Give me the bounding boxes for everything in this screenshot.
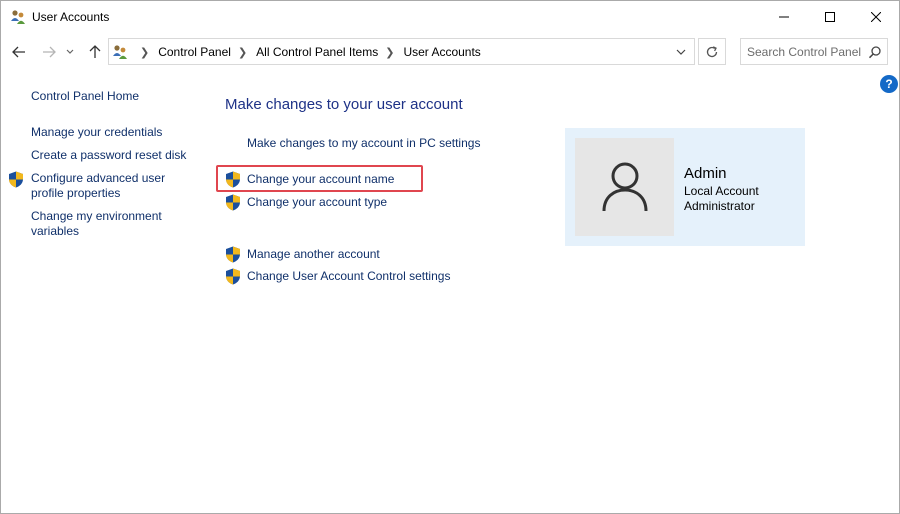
breadcrumb-control-panel[interactable]: Control Panel bbox=[158, 45, 231, 59]
pc-settings-link[interactable]: Make changes to my account in PC setting… bbox=[247, 136, 480, 151]
uac-shield-icon bbox=[8, 171, 24, 188]
refresh-button[interactable] bbox=[698, 38, 726, 65]
user-silhouette-icon bbox=[602, 162, 647, 212]
search-input[interactable] bbox=[747, 43, 863, 60]
navigation-bar: ❯ Control Panel ❯ All Control Panel Item… bbox=[1, 32, 899, 72]
breadcrumb-chevron-icon[interactable]: ❯ bbox=[385, 46, 394, 59]
refresh-icon bbox=[706, 45, 718, 57]
configure-advanced-profile-link[interactable]: Configure advanced user profile properti… bbox=[31, 171, 165, 201]
change-environment-variables-line2: variables bbox=[31, 224, 80, 238]
control-panel-home-link[interactable]: Control Panel Home bbox=[31, 89, 139, 104]
back-arrow-icon bbox=[12, 46, 25, 58]
minimize-icon bbox=[779, 16, 789, 17]
search-icon[interactable] bbox=[868, 45, 882, 59]
search-box[interactable] bbox=[740, 38, 888, 65]
manage-another-account-link[interactable]: Manage another account bbox=[247, 247, 380, 262]
uac-shield-icon bbox=[225, 246, 241, 263]
forward-arrow-icon bbox=[43, 46, 56, 58]
breadcrumb-chevron-icon[interactable]: ❯ bbox=[238, 46, 247, 59]
breadcrumb-user-accounts[interactable]: User Accounts bbox=[403, 45, 480, 59]
user-accounts-window: User Accounts ❯ Control Panel ❯ All Cont… bbox=[0, 0, 900, 514]
change-uac-settings-link[interactable]: Change User Account Control settings bbox=[247, 269, 450, 284]
recent-locations-button[interactable] bbox=[63, 40, 77, 64]
account-name: Admin bbox=[684, 165, 727, 182]
address-dropdown-button[interactable] bbox=[668, 39, 694, 64]
close-button[interactable] bbox=[853, 1, 899, 32]
account-card: Admin Local Account Administrator bbox=[565, 128, 805, 246]
change-environment-variables-line1: Change my environment bbox=[31, 209, 162, 223]
chevron-down-icon bbox=[66, 49, 74, 54]
change-environment-variables-link[interactable]: Change my environment variables bbox=[31, 209, 162, 239]
chevron-down-icon bbox=[676, 49, 686, 55]
address-bar[interactable]: ❯ Control Panel ❯ All Control Panel Item… bbox=[108, 38, 695, 65]
configure-advanced-profile-line1: Configure advanced user bbox=[31, 171, 166, 185]
breadcrumb-all-items[interactable]: All Control Panel Items bbox=[256, 45, 378, 59]
title-bar: User Accounts bbox=[1, 1, 899, 32]
forward-button[interactable] bbox=[39, 40, 59, 64]
control-panel-location-icon bbox=[112, 44, 128, 60]
close-icon bbox=[871, 11, 881, 22]
create-password-reset-disk-link[interactable]: Create a password reset disk bbox=[31, 148, 186, 163]
breadcrumb-chevron-icon[interactable]: ❯ bbox=[140, 46, 149, 59]
breadcrumb: ❯ Control Panel ❯ All Control Panel Item… bbox=[133, 45, 481, 59]
change-account-name-link[interactable]: Change your account name bbox=[247, 172, 394, 187]
avatar bbox=[575, 138, 674, 236]
up-button[interactable] bbox=[85, 40, 105, 64]
page-title: Make changes to your user account bbox=[225, 96, 463, 113]
uac-shield-icon bbox=[225, 171, 241, 188]
maximize-button[interactable] bbox=[807, 1, 853, 32]
uac-shield-icon bbox=[225, 268, 241, 285]
manage-credentials-link[interactable]: Manage your credentials bbox=[31, 125, 162, 140]
window-title: User Accounts bbox=[32, 10, 110, 24]
back-button[interactable] bbox=[9, 40, 29, 64]
up-arrow-icon bbox=[89, 45, 101, 58]
account-role: Administrator bbox=[684, 199, 755, 213]
change-account-type-link[interactable]: Change your account type bbox=[247, 195, 387, 210]
account-type: Local Account bbox=[684, 184, 759, 198]
user-accounts-app-icon bbox=[10, 9, 26, 25]
uac-shield-icon bbox=[225, 194, 241, 211]
help-button[interactable]: ? bbox=[880, 75, 898, 93]
configure-advanced-profile-line2: profile properties bbox=[31, 186, 121, 200]
maximize-icon bbox=[825, 11, 835, 22]
minimize-button[interactable] bbox=[761, 1, 807, 32]
